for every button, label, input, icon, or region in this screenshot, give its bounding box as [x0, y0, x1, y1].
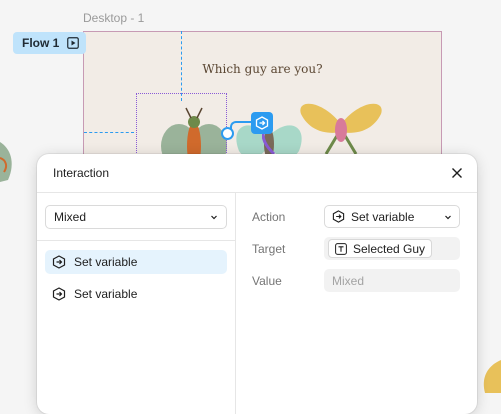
- value-label: Value: [252, 274, 282, 288]
- value-placeholder: Mixed: [332, 273, 365, 288]
- variable-icon: [52, 255, 66, 269]
- interaction-dialog: Interaction Mixed Set variable Set varia…: [37, 154, 477, 414]
- alignment-guide-horizontal: [84, 132, 134, 133]
- target-label: Target: [252, 242, 286, 256]
- action-item-set-variable-1[interactable]: Set variable: [45, 250, 227, 274]
- action-item-label: Set variable: [74, 287, 138, 301]
- value-input[interactable]: Mixed: [324, 269, 460, 292]
- alignment-guide-vertical: [181, 31, 182, 101]
- target-field[interactable]: Selected Guy: [324, 237, 460, 260]
- dialog-title: Interaction: [53, 166, 110, 180]
- frame-label: Desktop - 1: [83, 11, 145, 25]
- variable-icon: [255, 116, 269, 130]
- play-flow-icon[interactable]: [67, 37, 80, 49]
- target-variable-pill[interactable]: Selected Guy: [328, 239, 433, 258]
- target-variable-name: Selected Guy: [353, 241, 426, 256]
- variable-icon: [52, 287, 66, 301]
- offcanvas-illustration-right: [483, 360, 501, 393]
- dialog-header: Interaction: [37, 154, 477, 193]
- list-divider: [37, 240, 235, 241]
- variable-icon: [332, 210, 345, 223]
- action-select[interactable]: Set variable: [324, 205, 460, 228]
- connection-handle[interactable]: [221, 127, 234, 140]
- action-item-set-variable-2[interactable]: Set variable: [45, 282, 227, 306]
- chevron-down-icon: [211, 215, 217, 220]
- action-settings-column: Action Set variable Target Selected Guy …: [236, 193, 477, 414]
- flow-starting-point-tag[interactable]: Flow 1: [13, 32, 87, 54]
- actions-list-column: Mixed Set variable Set variable: [37, 193, 236, 414]
- prototype-connector: [262, 134, 276, 156]
- flow-label: Flow 1: [22, 36, 60, 50]
- trigger-select-value: Mixed: [54, 210, 87, 224]
- offcanvas-illustration-left: [0, 142, 12, 182]
- close-icon[interactable]: [449, 165, 465, 181]
- trigger-select[interactable]: Mixed: [45, 205, 227, 229]
- action-select-value: Set variable: [351, 209, 415, 224]
- action-item-label: Set variable: [74, 255, 138, 269]
- action-label: Action: [252, 210, 286, 224]
- chevron-down-icon: [445, 215, 451, 219]
- set-variable-node[interactable]: [251, 112, 273, 134]
- frame-title-text: Which guy are you?: [202, 62, 323, 76]
- text-variable-icon: [335, 242, 347, 255]
